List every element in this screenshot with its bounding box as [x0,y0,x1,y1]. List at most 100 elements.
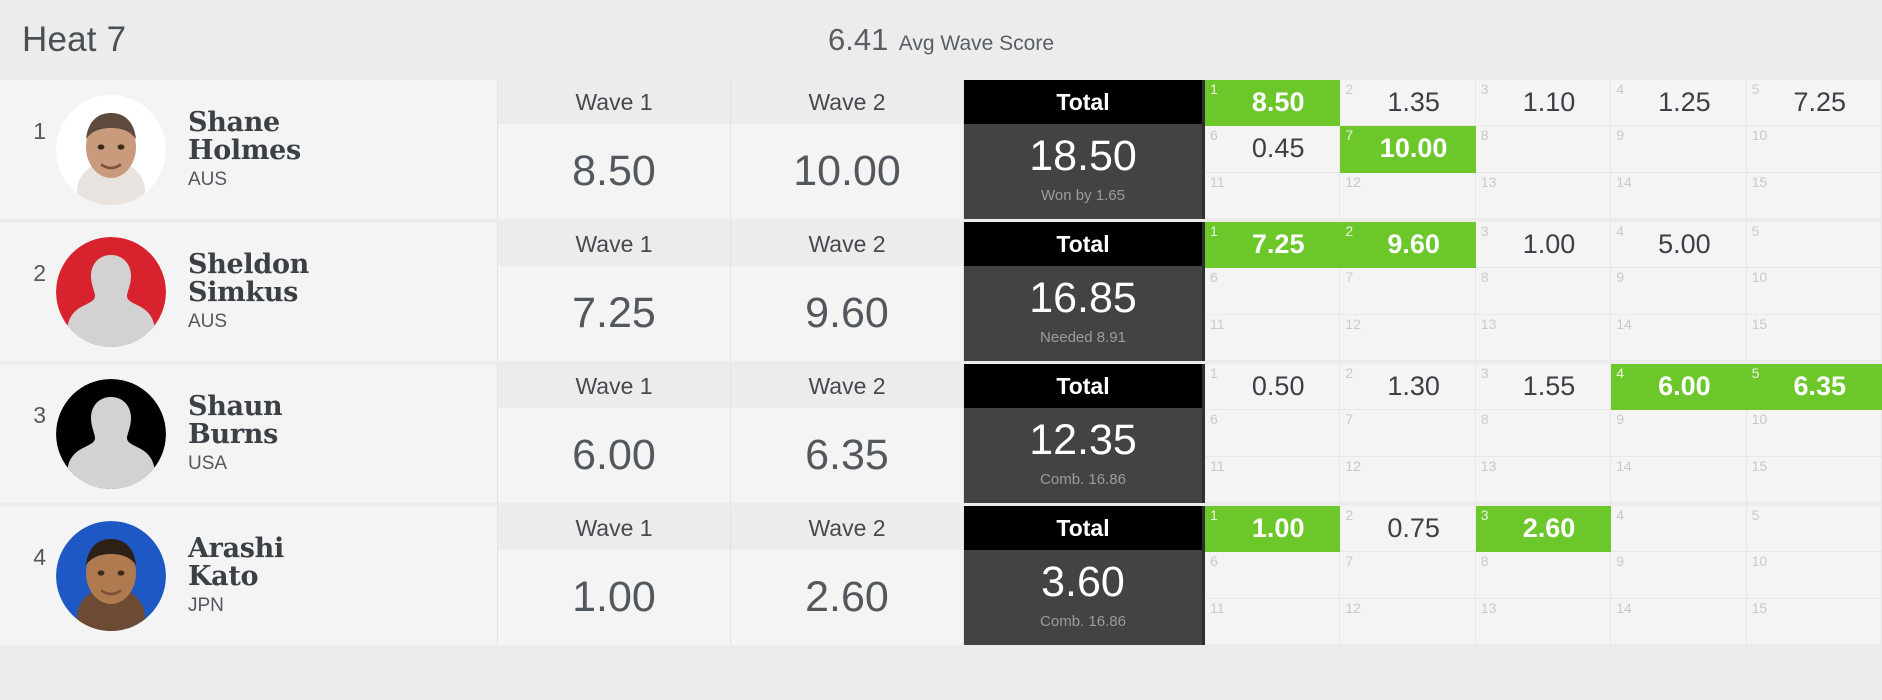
score-cell[interactable]: 15 [1746,598,1882,645]
table-row[interactable]: 3 Shaun Burns USA Wave 1 6.00 Wave 2 6.3… [0,364,1882,506]
score-cell[interactable]: 11 [1205,598,1341,645]
score-cell[interactable]: 5 [1746,506,1882,553]
score-cell[interactable]: 15 [1746,172,1882,219]
athlete-cell[interactable]: 3 Shaun Burns USA [0,364,498,503]
score-cell[interactable]: 4 6.00 [1611,364,1747,411]
score-cell[interactable]: 3 1.55 [1475,364,1612,411]
score-cell[interactable]: 7 10.00 [1340,126,1476,173]
athlete-cell[interactable]: 1 Shane Holmes AUS [0,80,498,219]
wave1-column: Wave 1 1.00 [498,506,731,645]
score-cell[interactable]: 13 [1475,456,1612,503]
athlete-country: AUS [188,311,228,333]
score-cell-index: 4 [1616,365,1624,381]
score-cell[interactable]: 8 [1475,126,1612,173]
score-cell[interactable]: 10 [1746,126,1882,173]
wave1-value: 6.00 [498,408,730,503]
score-cell-index: 3 [1480,81,1489,97]
athlete-cell[interactable]: 4 Arashi Kato JPN [0,506,498,645]
score-cell[interactable]: 4 5.00 [1611,222,1747,269]
wave1-value: 1.00 [498,550,730,645]
athlete-country: JPN [188,595,224,617]
score-cell-index: 11 [1210,457,1225,474]
athlete-rank: 2 [33,260,46,286]
score-cell[interactable]: 14 [1611,314,1747,361]
score-cell-index: 1 [1210,365,1218,381]
score-cell[interactable]: 5 6.35 [1746,364,1882,411]
score-cell[interactable]: 15 [1746,456,1882,503]
score-cell[interactable]: 5 [1746,222,1882,269]
score-cell[interactable]: 13 [1475,314,1612,361]
score-cell[interactable]: 9 [1611,126,1747,173]
score-cell[interactable]: 3 2.60 [1475,506,1612,553]
total-note: Needed 8.91 [1040,329,1126,346]
score-cell[interactable]: 7 [1340,268,1476,315]
score-cell[interactable]: 6 [1205,410,1341,457]
score-cell-value: 1.30 [1387,371,1440,402]
score-cell[interactable]: 10 [1746,410,1882,457]
score-cell[interactable]: 12 [1340,172,1476,219]
avatar [56,94,166,205]
score-cell[interactable]: 11 [1205,172,1341,219]
score-cell[interactable]: 8 [1475,552,1612,599]
score-cell[interactable]: 9 [1611,410,1747,457]
score-cell[interactable]: 6 0.45 [1205,126,1341,173]
score-cell[interactable]: 3 1.00 [1475,222,1612,269]
score-cell[interactable]: 2 1.30 [1340,364,1476,411]
athlete-last-name: Kato [188,561,259,593]
score-cell[interactable]: 1 8.50 [1205,80,1341,127]
score-cell[interactable]: 12 [1340,314,1476,361]
score-cell[interactable]: 12 [1340,456,1476,503]
score-cell-index: 12 [1345,173,1361,190]
score-cell[interactable]: 8 [1475,410,1612,457]
wave1-value: 8.50 [498,124,730,219]
score-cell[interactable]: 14 [1611,172,1747,219]
score-cell[interactable]: 7 [1340,410,1476,457]
score-cell-index: 9 [1616,269,1624,286]
score-cell[interactable]: 11 [1205,456,1341,503]
athlete-cell[interactable]: 2 Sheldon Simkus AUS [0,222,498,361]
score-cell[interactable]: 6 [1205,268,1341,315]
score-cell[interactable]: 12 [1340,598,1476,645]
score-cell[interactable]: 6 [1205,552,1341,599]
score-cell[interactable]: 4 1.25 [1611,80,1747,127]
table-row[interactable]: 2 Sheldon Simkus AUS Wave 1 7.25 Wave 2 … [0,222,1882,364]
table-row[interactable]: 1 Shane Holmes AUS Wave 1 8.50 Wave 2 10… [0,80,1882,222]
score-cell[interactable]: 2 9.60 [1340,222,1476,269]
score-cell-value: 10.00 [1379,133,1448,164]
score-cell[interactable]: 14 [1611,456,1747,503]
total-note: Comb. 16.86 [1040,613,1126,630]
score-cell[interactable]: 1 0.50 [1205,364,1341,411]
score-cell[interactable]: 10 [1746,552,1882,599]
score-cell[interactable]: 9 [1611,268,1747,315]
athlete-last-name: Holmes [188,135,301,167]
athlete-first-name: Arashi [188,532,284,564]
table-row[interactable]: 4 Arashi Kato JPN Wave 1 1.00 Wave 2 2.6… [0,506,1882,648]
score-cell[interactable]: 15 [1746,314,1882,361]
score-cell-value: 0.50 [1251,371,1305,402]
score-cell[interactable]: 10 [1746,268,1882,315]
score-cell[interactable]: 9 [1611,552,1747,599]
score-cell[interactable]: 2 0.75 [1340,506,1476,553]
total-body: 16.85 Needed 8.91 [964,266,1202,361]
score-cell[interactable]: 1 7.25 [1205,222,1341,269]
score-cell[interactable]: 7 [1340,552,1476,599]
score-cell[interactable]: 3 1.10 [1475,80,1612,127]
athlete-country: USA [188,453,228,475]
score-cell[interactable]: 13 [1475,598,1612,645]
score-cell[interactable]: 13 [1475,172,1612,219]
score-cell-index: 7 [1345,127,1354,144]
total-header: Total [964,222,1202,266]
score-cell-index: 2 [1345,507,1354,523]
score-cell-index: 7 [1345,411,1354,428]
wave1-header: Wave 1 [498,506,730,550]
score-cell[interactable]: 8 [1475,268,1612,315]
score-cell[interactable]: 5 7.25 [1746,80,1882,127]
score-cell[interactable]: 14 [1611,598,1747,645]
wave2-value: 10.00 [731,124,963,219]
score-cell[interactable]: 2 1.35 [1340,80,1476,127]
score-cell[interactable]: 4 [1611,506,1747,553]
score-cell-index: 13 [1480,457,1497,474]
score-cell-index: 13 [1480,599,1497,616]
score-cell[interactable]: 1 1.00 [1205,506,1341,553]
score-cell[interactable]: 11 [1205,314,1341,361]
